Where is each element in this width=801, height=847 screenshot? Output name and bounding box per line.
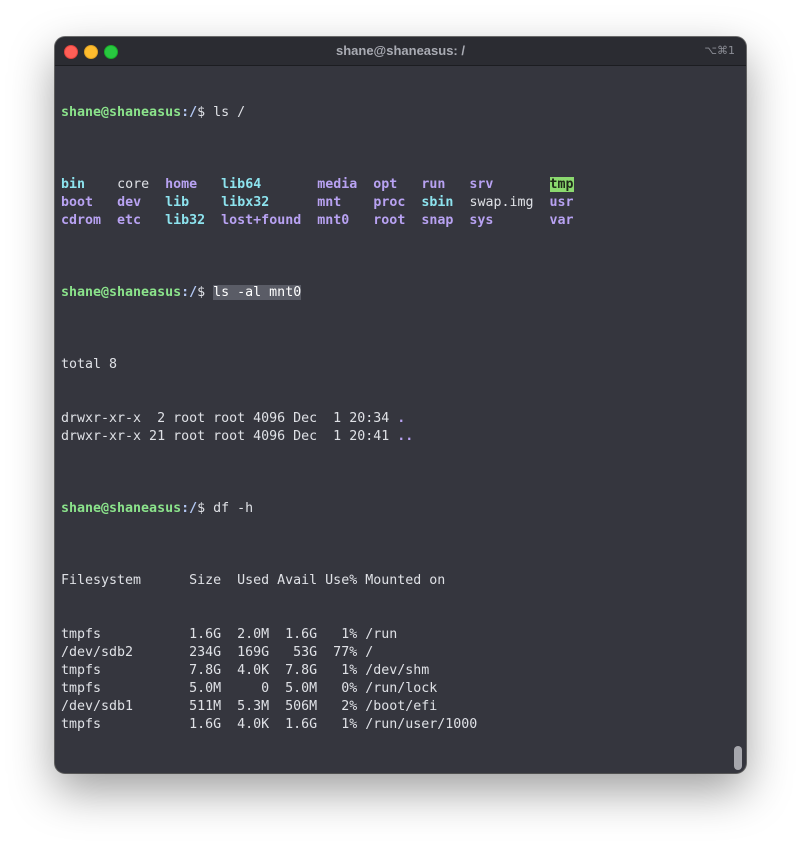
ls-al-entry-name: .. — [397, 429, 414, 444]
terminal-window: shane@shaneasus: / ⌥⌘1 shane@shaneasus:/… — [55, 37, 746, 773]
ls-entry-lib: lib — [165, 195, 190, 210]
ls-entry-core: core — [117, 177, 150, 192]
ls-entry-boot: boot — [61, 195, 94, 210]
ls-output-row: bin core home lib64 media opt run srv tm… — [61, 176, 730, 194]
ls-entry-bin: bin — [61, 177, 86, 192]
df-row: /dev/sdb2 234G 169G 53G 77% / — [61, 645, 374, 660]
ls-entry-cdrom: cdrom — [61, 213, 102, 228]
ls-entry-run: run — [421, 177, 446, 192]
prompt-line-df: shane@shaneasus:/$ df -h — [61, 500, 730, 518]
ls-output: bin core home lib64 media opt run srv tm… — [61, 176, 730, 230]
ls-entry-srv: srv — [469, 177, 494, 192]
ls-output-row: cdrom etc lib32 lost+found mnt0 root sna… — [61, 212, 730, 230]
title-bar[interactable]: shane@shaneasus: / ⌥⌘1 — [55, 37, 746, 66]
ls-entry-lost-found: lost+found — [221, 213, 302, 228]
df-output: tmpfs 1.6G 2.0M 1.6G 1% /run/dev/sdb2 23… — [61, 626, 730, 734]
ls-entry-mnt: mnt — [317, 195, 342, 210]
ls-entry-usr: usr — [549, 195, 574, 210]
ls-entry-lib32: lib32 — [165, 213, 206, 228]
ls-entry-lib64: lib64 — [221, 177, 262, 192]
ls-entry-proc: proc — [373, 195, 406, 210]
prompt-user-host: shane@shaneasus — [61, 285, 182, 300]
df-row: tmpfs 1.6G 4.0K 1.6G 1% /run/user/1000 — [61, 717, 478, 732]
command-ls: ls / — [205, 105, 246, 120]
df-row: tmpfs 7.8G 4.0K 7.8G 1% /dev/shm — [61, 663, 430, 678]
ls-entry-root: root — [373, 213, 406, 228]
ls-entry-libx32: libx32 — [221, 195, 270, 210]
df-row: /dev/sdb1 511M 5.3M 506M 2% /boot/efi — [61, 699, 438, 714]
df-header: Filesystem Size Used Avail Use% Mounted … — [61, 573, 446, 588]
ls-al-output: drwxr-xr-x 2 root root 4096 Dec 1 20:34 … — [61, 410, 730, 446]
prompt-path: :/ — [181, 285, 198, 300]
prompt-path: :/ — [181, 501, 198, 516]
ls-entry-sys: sys — [469, 213, 494, 228]
command-space — [205, 285, 213, 300]
ls-output-row: boot dev lib libx32 mnt proc sbin swap.i… — [61, 194, 730, 212]
command-ls-al-selected[interactable]: ls -al mnt0 — [213, 285, 302, 300]
ls-entry-var: var — [549, 213, 574, 228]
ls-entry-mnt0: mnt0 — [317, 213, 350, 228]
window-shortcut: ⌥⌘1 — [704, 44, 735, 57]
df-row: tmpfs 5.0M 0 5.0M 0% /run/lock — [61, 681, 438, 696]
ls-entry-opt: opt — [373, 177, 398, 192]
scrollbar-thumb[interactable] — [734, 746, 742, 770]
prompt-line-ls-al: shane@shaneasus:/$ ls -al mnt0 — [61, 284, 730, 302]
ls-entry-home: home — [165, 177, 198, 192]
ls-al-row: drwxr-xr-x 21 root root 4096 Dec 1 20:41… — [61, 429, 414, 444]
terminal-output[interactable]: shane@shaneasus:/$ ls / bin core home li… — [61, 68, 730, 773]
ls-al-entry-name: . — [397, 411, 406, 426]
ls-entry-etc: etc — [117, 213, 142, 228]
ls-entry-swap-img: swap.img — [469, 195, 534, 210]
prompt-symbol: $ — [197, 105, 206, 120]
window-title: shane@shaneasus: / — [335, 43, 465, 58]
prompt-symbol: $ — [197, 285, 206, 300]
ls-entry-sbin: sbin — [421, 195, 454, 210]
prompt-user-host: shane@shaneasus — [61, 501, 182, 516]
prompt-symbol: $ — [197, 501, 206, 516]
prompt-path: :/ — [181, 105, 198, 120]
ls-al-total: total 8 — [61, 357, 118, 372]
df-row: tmpfs 1.6G 2.0M 1.6G 1% /run — [61, 627, 398, 642]
ls-al-row: drwxr-xr-x 2 root root 4096 Dec 1 20:34 … — [61, 411, 406, 426]
ls-entry-tmp: tmp — [549, 177, 574, 192]
prompt-user-host: shane@shaneasus — [61, 105, 182, 120]
ls-entry-dev: dev — [117, 195, 142, 210]
prompt-line-ls: shane@shaneasus:/$ ls / — [61, 104, 730, 122]
ls-entry-media: media — [317, 177, 358, 192]
ls-entry-snap: snap — [421, 213, 454, 228]
command-df: df -h — [205, 501, 254, 516]
